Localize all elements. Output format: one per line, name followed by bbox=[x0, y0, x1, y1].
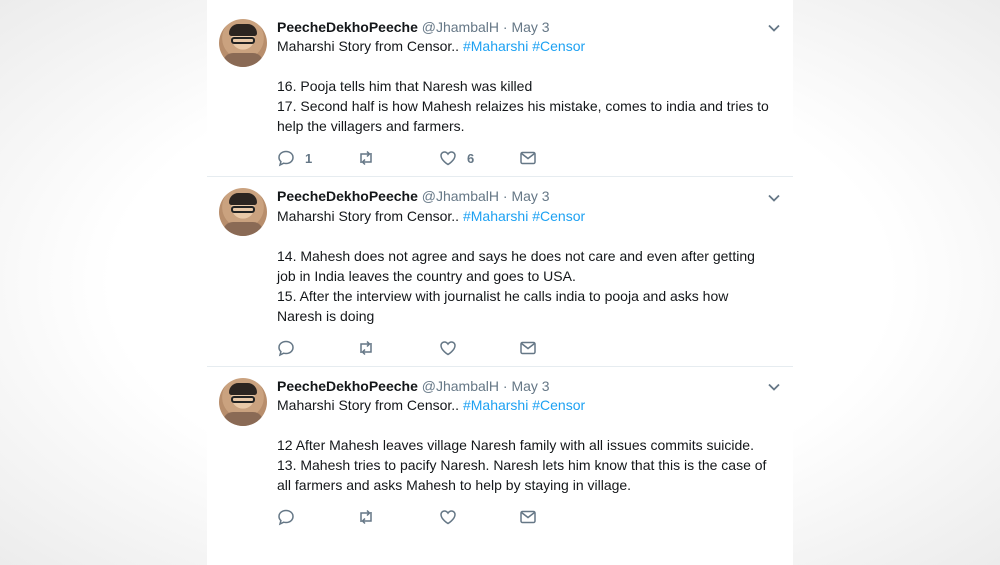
tweet[interactable]: PeecheDekhoPeeche @JhambalH · May 3 Maha… bbox=[207, 367, 793, 565]
tweet-line: 13. Mahesh tries to pacify Naresh. Nares… bbox=[277, 457, 767, 493]
tweet-subtitle: Maharshi Story from Censor.. #Maharshi #… bbox=[277, 37, 585, 55]
avatar[interactable] bbox=[219, 188, 267, 236]
tweet-header: PeecheDekhoPeeche @JhambalH · May 3 bbox=[277, 18, 550, 36]
subtitle-text: Maharshi Story from Censor.. bbox=[277, 208, 460, 224]
tweet-date[interactable]: May 3 bbox=[511, 378, 549, 394]
envelope-icon bbox=[520, 510, 536, 524]
subtitle-text: Maharshi Story from Censor.. bbox=[277, 38, 460, 54]
retweet-button[interactable] bbox=[357, 338, 385, 358]
direct-message-button[interactable] bbox=[519, 148, 537, 168]
hashtag-link[interactable]: #Maharshi bbox=[463, 397, 528, 413]
retweet-button[interactable] bbox=[357, 148, 385, 168]
reply-button[interactable] bbox=[277, 338, 305, 358]
display-name[interactable]: PeecheDekhoPeeche bbox=[277, 188, 418, 204]
reply-icon bbox=[278, 150, 294, 167]
retweet-icon bbox=[360, 509, 372, 525]
reply-count: 1 bbox=[305, 150, 313, 166]
user-handle[interactable]: @JhambalH bbox=[422, 188, 499, 204]
heart-icon bbox=[440, 341, 456, 356]
hashtag-link[interactable]: #Maharshi bbox=[463, 38, 528, 54]
tweet-line: 16. Pooja tells him that Naresh was kill… bbox=[277, 78, 533, 94]
retweet-icon bbox=[360, 340, 372, 356]
separator: · bbox=[502, 378, 508, 394]
separator: · bbox=[502, 19, 508, 35]
retweet-icon bbox=[360, 150, 372, 166]
reply-button[interactable]: 1 bbox=[277, 148, 312, 168]
chevron-down-icon[interactable] bbox=[767, 191, 781, 205]
tweet-header: PeecheDekhoPeeche @JhambalH · May 3 bbox=[277, 187, 550, 205]
tweet-text: 12 After Mahesh leaves village Naresh fa… bbox=[277, 435, 777, 495]
user-handle[interactable]: @JhambalH bbox=[422, 19, 499, 35]
tweet-text: 14. Mahesh does not agree and says he do… bbox=[277, 246, 777, 326]
tweet-date[interactable]: May 3 bbox=[511, 188, 549, 204]
display-name[interactable]: PeecheDekhoPeeche bbox=[277, 378, 418, 394]
heart-icon bbox=[440, 510, 456, 525]
tweet-line: 12 After Mahesh leaves village Naresh fa… bbox=[277, 437, 754, 453]
tweet-actions bbox=[277, 338, 577, 358]
tweet-actions: 1 6 bbox=[277, 148, 577, 168]
tweet-subtitle: Maharshi Story from Censor.. #Maharshi #… bbox=[277, 396, 585, 414]
hashtag-link[interactable]: #Censor bbox=[532, 208, 585, 224]
envelope-icon bbox=[520, 151, 536, 165]
avatar[interactable] bbox=[219, 378, 267, 426]
user-handle[interactable]: @JhambalH bbox=[422, 378, 499, 394]
like-button[interactable] bbox=[439, 507, 467, 527]
chevron-down-icon[interactable] bbox=[767, 21, 781, 35]
tweet-timeline: PeecheDekhoPeeche @JhambalH · May 3 Maha… bbox=[207, 0, 793, 565]
tweet-line: 17. Second half is how Mahesh relaizes h… bbox=[277, 98, 769, 134]
like-button[interactable]: 6 bbox=[439, 148, 474, 168]
tweet-line: 15. After the interview with journalist … bbox=[277, 288, 729, 324]
hashtag-link[interactable]: #Censor bbox=[532, 38, 585, 54]
hashtag-link[interactable]: #Censor bbox=[532, 397, 585, 413]
tweet-actions bbox=[277, 507, 577, 527]
chevron-down-icon[interactable] bbox=[767, 380, 781, 394]
direct-message-button[interactable] bbox=[519, 338, 537, 358]
envelope-icon bbox=[520, 341, 536, 355]
tweet-subtitle: Maharshi Story from Censor.. #Maharshi #… bbox=[277, 207, 585, 225]
reply-icon bbox=[278, 340, 294, 357]
tweet[interactable]: PeecheDekhoPeeche @JhambalH · May 3 Maha… bbox=[207, 0, 793, 177]
like-count: 6 bbox=[467, 150, 475, 166]
tweet-header: PeecheDekhoPeeche @JhambalH · May 3 bbox=[277, 377, 550, 395]
retweet-button[interactable] bbox=[357, 507, 385, 527]
like-button[interactable] bbox=[439, 338, 467, 358]
reply-button[interactable] bbox=[277, 507, 305, 527]
hashtag-link[interactable]: #Maharshi bbox=[463, 208, 528, 224]
tweet[interactable]: PeecheDekhoPeeche @JhambalH · May 3 Maha… bbox=[207, 177, 793, 367]
avatar[interactable] bbox=[219, 19, 267, 67]
direct-message-button[interactable] bbox=[519, 507, 537, 527]
separator: · bbox=[502, 188, 508, 204]
heart-icon bbox=[440, 151, 456, 166]
display-name[interactable]: PeecheDekhoPeeche bbox=[277, 19, 418, 35]
tweet-line: 14. Mahesh does not agree and says he do… bbox=[277, 248, 755, 284]
subtitle-text: Maharshi Story from Censor.. bbox=[277, 397, 460, 413]
reply-icon bbox=[278, 509, 294, 526]
tweet-date[interactable]: May 3 bbox=[511, 19, 549, 35]
tweet-text: 16. Pooja tells him that Naresh was kill… bbox=[277, 76, 777, 136]
